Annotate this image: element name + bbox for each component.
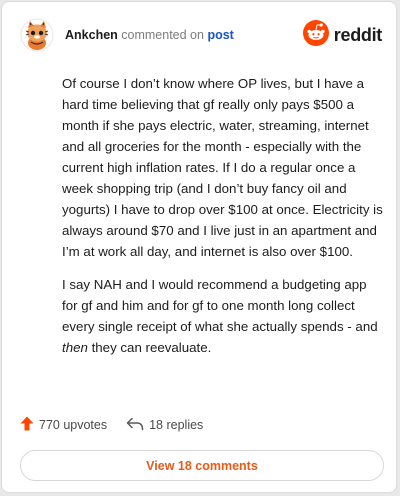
upvote-arrow-icon	[20, 416, 39, 434]
comment-header: Ankchen commented on post reddit	[20, 16, 382, 54]
snoo-cat-avatar-icon[interactable]	[20, 18, 54, 52]
reddit-brand[interactable]: reddit	[302, 19, 383, 51]
upvote-stat[interactable]: 770 upvotes	[20, 416, 107, 434]
comment-emphasis: then	[62, 340, 88, 355]
view-comments-button[interactable]: View 18 comments	[20, 450, 384, 481]
replies-count: 18 replies	[149, 418, 204, 432]
replies-stat[interactable]: 18 replies	[126, 417, 203, 434]
comment-author-line: Ankchen commented on post	[65, 27, 234, 43]
comment-text: I say NAH and I would recommend a budget…	[62, 277, 378, 334]
reply-arrow-icon	[126, 417, 149, 434]
reddit-wordmark: reddit	[333, 24, 383, 45]
upvote-count: 770 upvotes	[39, 418, 108, 432]
comment-paragraph: Of course I don’t know where OP lives, b…	[62, 76, 383, 259]
author-name[interactable]: Ankchen	[65, 28, 118, 42]
reddit-logo-icon	[302, 19, 329, 51]
comment-text: they can reevaluate.	[87, 340, 212, 355]
comment-body: Of course I don’t know where OP lives, b…	[62, 73, 384, 370]
comment-paragraph: I say NAH and I would recommend a budget…	[62, 274, 384, 358]
author-action: commented on	[121, 28, 204, 42]
post-link[interactable]: post	[207, 28, 233, 42]
comment-stats: 770 upvotes 18 replies	[20, 415, 203, 435]
comment-card: Ankchen commented on post reddit Of cour…	[1, 1, 397, 493]
